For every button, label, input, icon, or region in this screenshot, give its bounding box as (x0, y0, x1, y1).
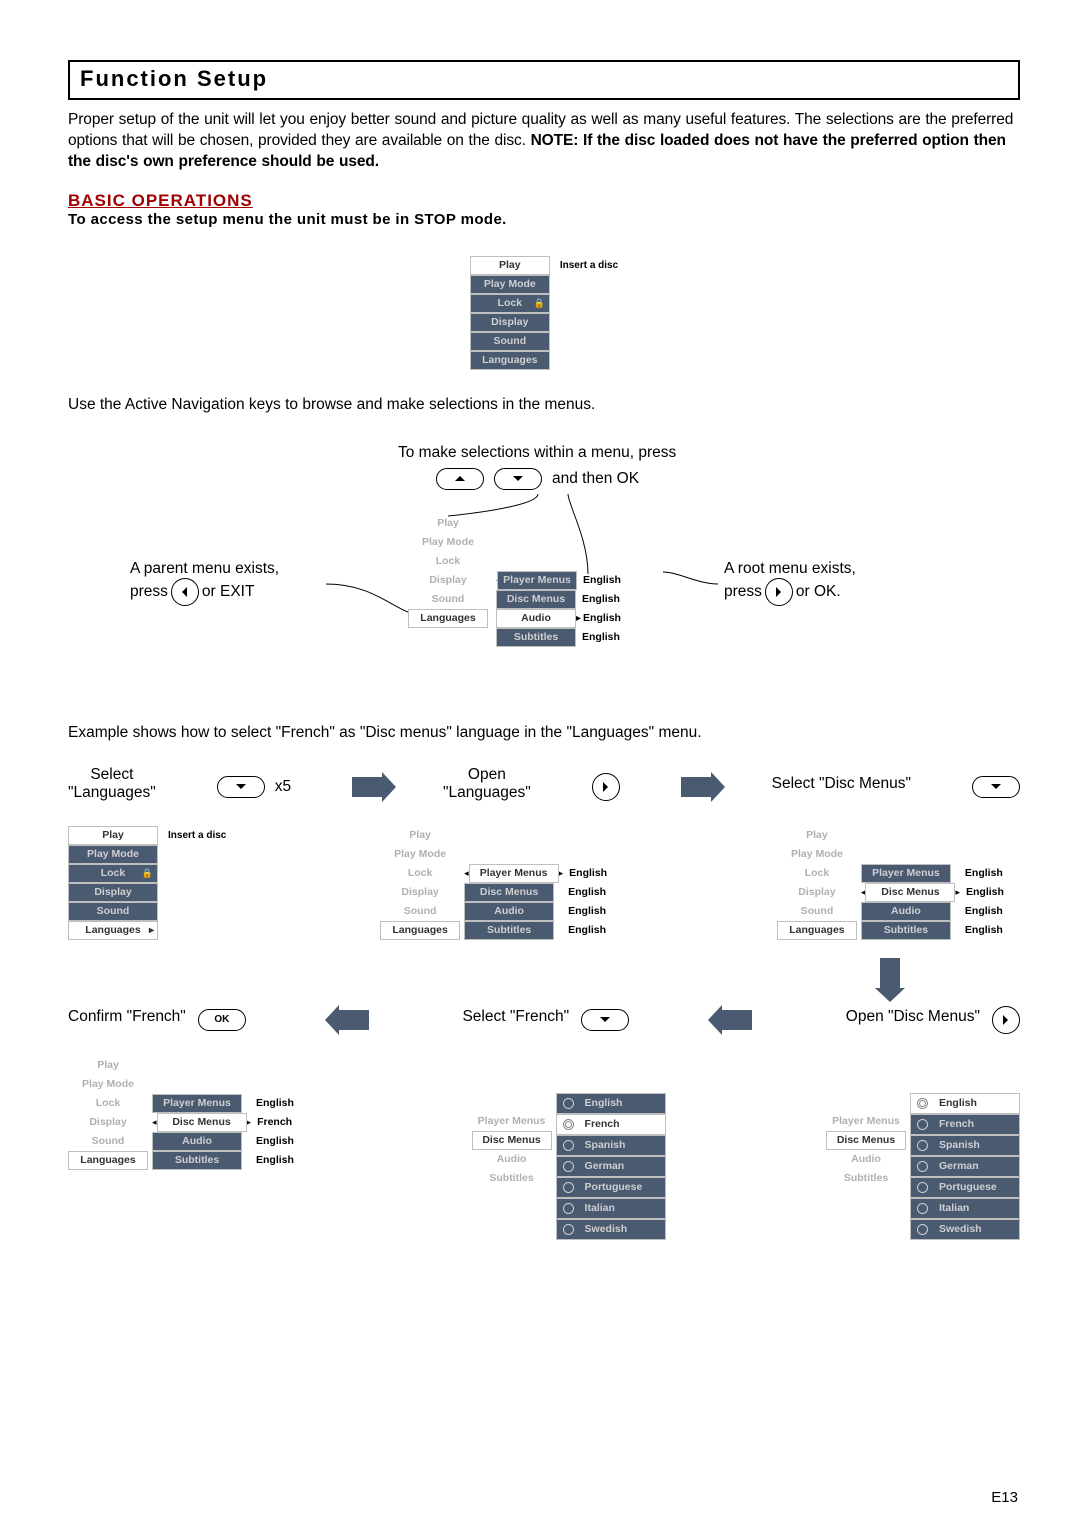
confirm-sub: Player MenusEnglish ◂Disc Menus▸French A… (152, 1094, 311, 1170)
arrow-right-icon (352, 777, 382, 797)
flow-menu-3-left: Play Play Mode Lock Display Sound Langua… (777, 826, 857, 940)
menu-playmode: Play Mode (470, 275, 550, 294)
select-french-sub: Player Menus Disc Menus Audio Subtitles (472, 1112, 552, 1240)
select-french-list: English French Spanish German Portuguese… (556, 1093, 666, 1240)
intro-paragraph: Proper setup of the unit will let you en… (68, 110, 1020, 173)
step3: Select "Disc Menus" (772, 775, 911, 792)
open-dm-sub: Player Menus Disc Menus Audio Subtitles (826, 1112, 906, 1240)
step1b: "Languages" (68, 784, 156, 801)
x5-label: x5 (275, 778, 291, 796)
step2a: Open (468, 766, 506, 783)
arrow-down-icon (880, 958, 900, 988)
step1a: Select (90, 766, 133, 783)
down-oval-2 (972, 776, 1020, 798)
confirm-main: Play Play Mode Lock Display Sound Langua… (68, 1056, 148, 1170)
basic-operations-heading: BASIC OPERATIONS (68, 191, 1020, 211)
flow-menu-2-left: Play Play Mode Lock Display Sound Langua… (380, 826, 460, 940)
connector-lines (68, 444, 968, 704)
down-oval (217, 776, 265, 798)
menu-play: Play (470, 256, 550, 275)
example-line: Example shows how to select "French" as … (68, 724, 1020, 742)
right-circle (592, 773, 620, 801)
nav-note: Use the Active Navigation keys to browse… (68, 396, 1020, 414)
down-oval-3 (581, 1009, 629, 1031)
flow-menu-1: PlayInsert a disc Play Mode Lock🔒 Displa… (68, 826, 226, 940)
insert-a-disc-2: Insert a disc (168, 830, 226, 841)
insert-disc-label: Insert a disc (560, 260, 618, 271)
flow-menu-2-sub: ◂Player Menus▸English Disc MenusEnglish … (464, 864, 623, 940)
setup-main-menu: Play Insert a disc Play Mode Lock🔒 Displa… (470, 256, 618, 370)
menu-display: Display (470, 313, 550, 332)
arrow-left-icon (339, 1010, 369, 1030)
step6: Confirm "French" (68, 1008, 186, 1026)
access-line: To access the setup menu the unit must b… (68, 211, 1020, 228)
menu-lock: Lock🔒 (470, 294, 550, 313)
right-circle-2 (992, 1006, 1020, 1034)
step4: Open "Disc Menus" (846, 1008, 980, 1026)
arrow-left-icon-2 (722, 1010, 752, 1030)
menu-languages: Languages (470, 351, 550, 370)
flow-menu-3-sub: Player MenusEnglish ◂Disc Menus▸English … (861, 864, 1020, 940)
arrow-right-icon-2 (681, 777, 711, 797)
page-number: E13 (991, 1489, 1018, 1506)
page-title: Function Setup (80, 66, 1008, 92)
lock-icon: 🔒 (534, 298, 545, 309)
menu-sound: Sound (470, 332, 550, 351)
step5: Select "French" (462, 1008, 569, 1026)
title-bar: Function Setup (68, 60, 1020, 100)
open-dm-list: English French Spanish German Portuguese… (910, 1093, 1020, 1240)
ok-button: OK (198, 1009, 246, 1031)
step2b: "Languages" (443, 784, 531, 801)
